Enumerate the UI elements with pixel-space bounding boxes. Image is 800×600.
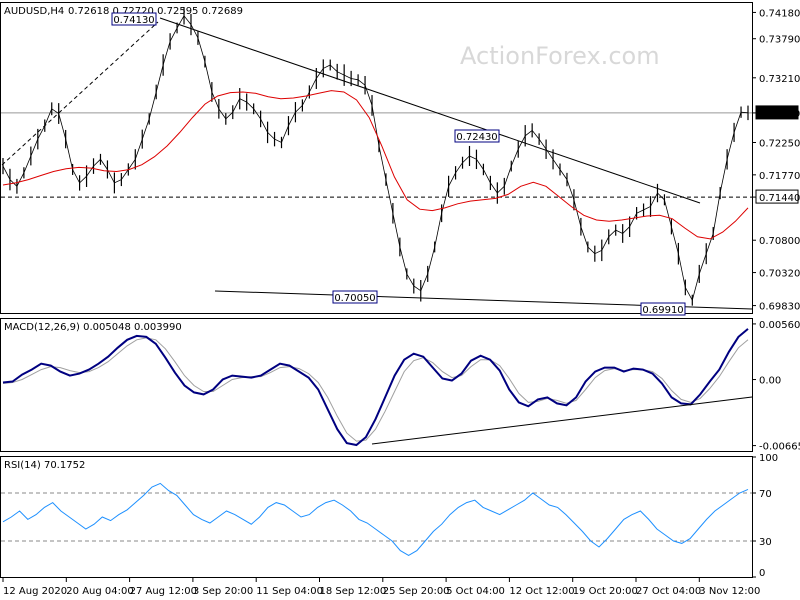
chart-svg: ActionForex.com AUDUSD,H4 0.72618 0.7272…	[0, 2, 800, 597]
price-annotation-label: 0.70050	[334, 293, 375, 304]
x-tick-label: 3 Nov 12:00	[699, 586, 760, 597]
macd-y-tick-label: 0.00	[759, 376, 781, 387]
y-tick-label: 0.72250	[759, 139, 800, 150]
x-tick-label: 18 Sep 12:00	[320, 586, 387, 597]
watermark: ActionForex.com	[460, 42, 660, 70]
x-tick-label: 12 Aug 2020	[3, 586, 67, 597]
rsi-y-tick-label: 70	[759, 489, 772, 500]
x-tick-label: 25 Sep 20:00	[383, 586, 450, 597]
price-annotation-label: 0.69910	[642, 305, 683, 316]
macd-header: MACD(12,26,9) 0.005048 0.003990	[4, 322, 182, 333]
x-tick-label: 19 Oct 20:00	[573, 586, 638, 597]
x-tick-label: 3 Sep 20:00	[193, 586, 253, 597]
macd-signal-line	[2, 337, 749, 442]
y-tick-label: 0.69830	[759, 302, 800, 313]
macd-panel-frame	[0, 318, 753, 452]
x-tick-label: 12 Oct 12:00	[509, 586, 574, 597]
x-tick-label: 20 Aug 04:00	[66, 586, 133, 597]
dashed-uptrend-line	[1, 21, 159, 166]
x-tick-label: 27 Oct 04:00	[636, 586, 701, 597]
main-header-symbol: AUDUSD,H4	[4, 6, 64, 17]
macd-y-tick-label: -0.006655	[759, 442, 800, 453]
rsi-y-tick-label: 0	[759, 568, 765, 579]
rsi-y-tick-label: 100	[759, 453, 778, 464]
rsi-line	[2, 482, 749, 556]
y-tick-label: 0.71770	[759, 171, 800, 182]
x-tick-label: 27 Aug 12:00	[130, 586, 197, 597]
plot-layer: 0.74130 0.72430 0.70050 0.69910	[1, 7, 753, 556]
rsi-header: RSI(14) 70.1752	[4, 460, 85, 471]
x-tick-label: 11 Sep 04:00	[256, 586, 323, 597]
y-tick-label: 0.72689	[759, 109, 800, 120]
y-tick-label: 0.74180	[759, 8, 800, 19]
rsi-panel-frame	[0, 456, 753, 578]
macd-y-tick-label: 0.005605	[759, 320, 800, 331]
y-tick-label: 0.73790	[759, 35, 800, 46]
y-tick-label: 0.73210	[759, 74, 800, 85]
y-tick-label: 0.71440	[759, 193, 800, 204]
x-tick-label: 5 Oct 04:00	[446, 586, 505, 597]
y-tick-label: 0.70800	[759, 236, 800, 247]
price-annotation-label: 0.72430	[456, 132, 497, 143]
price-annotation-label: 0.74130	[113, 15, 154, 26]
macd-line	[2, 328, 749, 447]
y-tick-label: 0.70320	[759, 269, 800, 280]
rsi-y-tick-label: 30	[759, 537, 772, 548]
